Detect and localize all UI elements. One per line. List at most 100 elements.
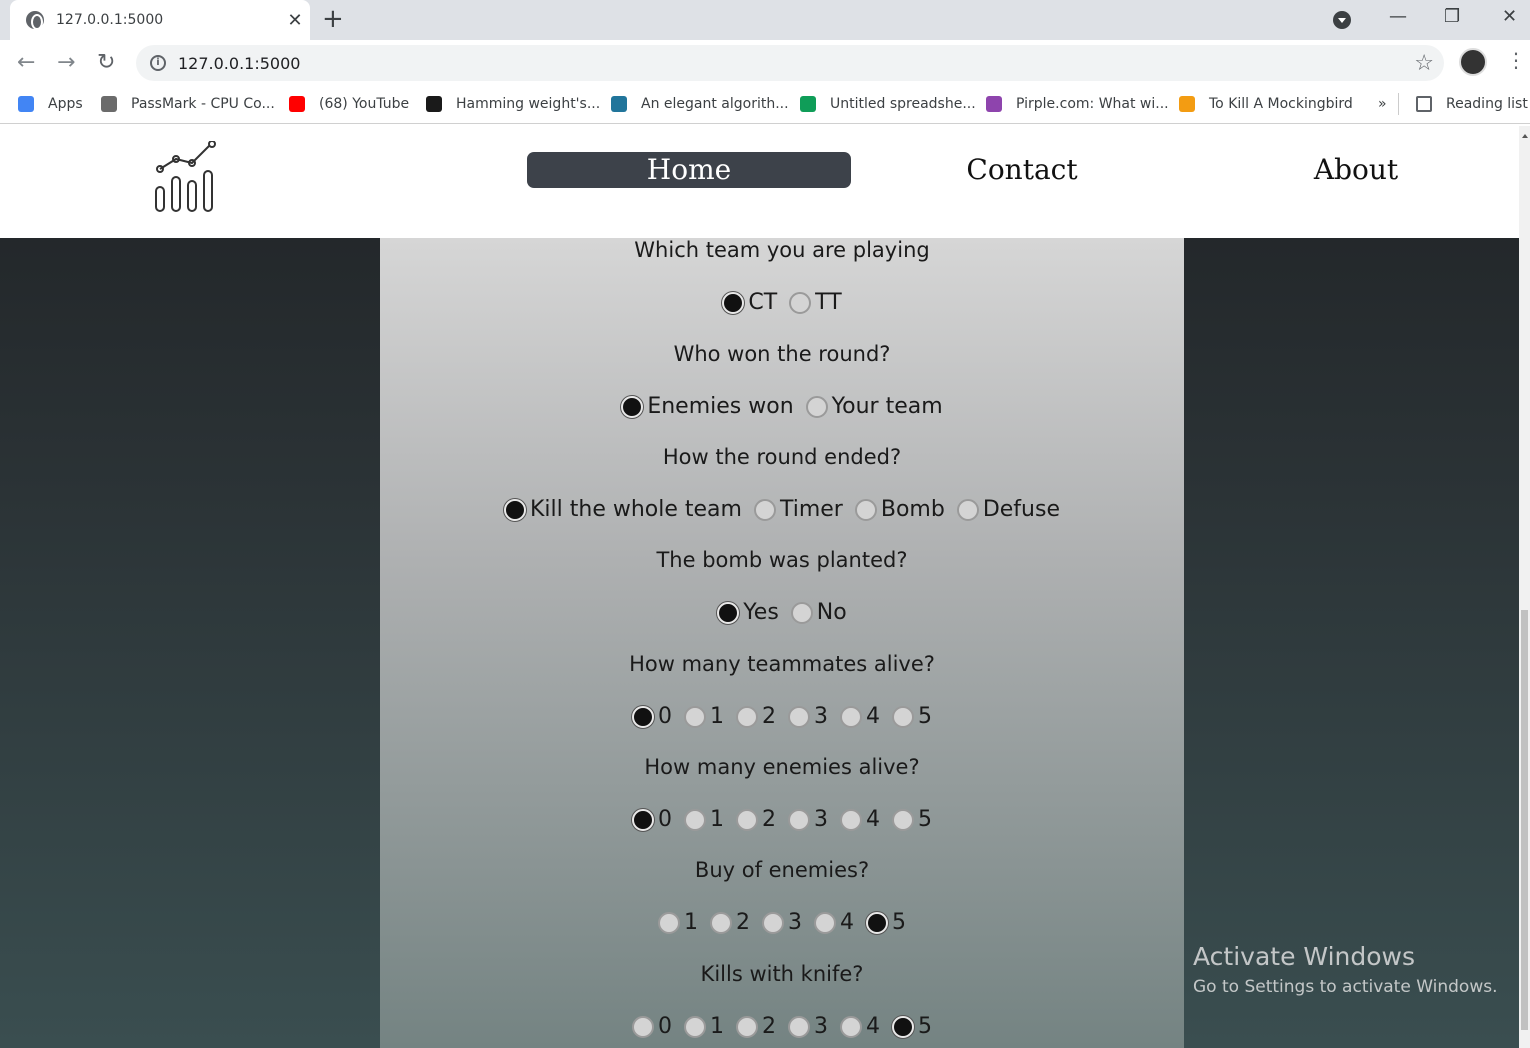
radio-button[interactable] xyxy=(788,1015,810,1038)
radio-button[interactable] xyxy=(790,601,813,624)
radio-option[interactable]: 0 xyxy=(632,1014,672,1039)
reading-list-button[interactable]: Reading list xyxy=(1416,93,1528,115)
tab-close-icon[interactable]: ✕ xyxy=(280,10,310,31)
radio-button[interactable] xyxy=(854,498,877,521)
radio-button[interactable] xyxy=(788,705,810,728)
radio-button[interactable] xyxy=(717,601,740,624)
radio-button[interactable] xyxy=(684,808,706,831)
bookmark-star-icon[interactable]: ☆ xyxy=(1414,51,1434,76)
scroll-up-icon[interactable] xyxy=(1522,134,1528,138)
radio-button[interactable] xyxy=(736,808,758,831)
new-tab-button[interactable]: + xyxy=(322,4,344,34)
radio-button[interactable] xyxy=(892,808,914,831)
radio-option[interactable]: No xyxy=(790,600,847,625)
radio-button[interactable] xyxy=(892,705,914,728)
radio-option[interactable]: Defuse xyxy=(956,497,1060,522)
radio-option[interactable]: 1 xyxy=(658,910,698,935)
radio-button[interactable] xyxy=(840,808,862,831)
radio-option[interactable]: Timer xyxy=(753,497,843,522)
radio-option[interactable]: 2 xyxy=(710,910,750,935)
question-label: How many teammates alive? xyxy=(629,652,935,676)
nav-contact-link[interactable]: Contact xyxy=(940,152,1104,188)
radio-button[interactable] xyxy=(710,911,732,934)
radio-option[interactable]: 4 xyxy=(814,910,854,935)
bookmark-item[interactable]: To Kill A Mockingbird xyxy=(1179,93,1353,115)
radio-option[interactable]: 2 xyxy=(736,1014,776,1039)
radio-button[interactable] xyxy=(621,395,644,418)
bookmark-item[interactable]: PassMark - CPU Co... xyxy=(101,93,275,115)
radio-option[interactable]: 4 xyxy=(840,1014,880,1039)
bookmark-item[interactable]: An elegant algorith... xyxy=(611,93,789,115)
radio-option[interactable]: 3 xyxy=(788,1014,828,1039)
browser-tab[interactable]: 127.0.0.1:5000 ✕ xyxy=(10,0,310,40)
radio-button[interactable] xyxy=(805,395,828,418)
maximize-button[interactable]: ❐ xyxy=(1444,6,1460,27)
radio-button[interactable] xyxy=(840,1015,862,1038)
radio-option[interactable]: 1 xyxy=(684,807,724,832)
radio-option[interactable]: Enemies won xyxy=(621,394,794,419)
radio-option[interactable]: 3 xyxy=(788,807,828,832)
radio-option[interactable]: 5 xyxy=(892,807,932,832)
tab-search-icon[interactable] xyxy=(1333,11,1351,29)
bookmark-item[interactable]: Apps xyxy=(18,93,83,115)
radio-option[interactable]: 0 xyxy=(632,704,672,729)
site-info-icon[interactable]: i xyxy=(150,55,166,71)
radio-option[interactable]: CT xyxy=(722,290,777,315)
bookmark-item[interactable]: Hamming weight's... xyxy=(426,93,600,115)
bookmark-item[interactable]: Untitled spreadshe... xyxy=(800,93,976,115)
radio-option[interactable]: 2 xyxy=(736,704,776,729)
radio-option[interactable]: 0 xyxy=(632,807,672,832)
radio-option[interactable]: TT xyxy=(789,290,842,315)
radio-option[interactable]: 4 xyxy=(840,704,880,729)
radio-option[interactable]: 1 xyxy=(684,704,724,729)
radio-option[interactable]: 5 xyxy=(866,910,906,935)
radio-button[interactable] xyxy=(684,1015,706,1038)
close-window-button[interactable]: ✕ xyxy=(1502,6,1517,27)
url-text[interactable]: 127.0.0.1:5000 xyxy=(178,54,1414,73)
page-scrollbar[interactable] xyxy=(1519,126,1530,1048)
radio-option-label: 2 xyxy=(736,910,750,935)
radio-button[interactable] xyxy=(736,705,758,728)
radio-button[interactable] xyxy=(504,498,526,521)
radio-button[interactable] xyxy=(789,291,812,314)
radio-option[interactable]: 5 xyxy=(892,704,932,729)
reload-icon[interactable]: ↻ xyxy=(97,50,115,75)
radio-option[interactable]: Your team xyxy=(805,394,943,419)
radio-button[interactable] xyxy=(736,1015,758,1038)
radio-button[interactable] xyxy=(956,498,979,521)
radio-option[interactable]: 2 xyxy=(736,807,776,832)
bookmark-item[interactable]: (68) YouTube xyxy=(289,93,409,115)
radio-option[interactable]: Kill the whole team xyxy=(504,497,742,522)
radio-button[interactable] xyxy=(762,911,784,934)
bookmark-item[interactable]: Pirple.com: What wi... xyxy=(986,93,1169,115)
bookmarks-overflow-icon[interactable]: » xyxy=(1378,93,1387,115)
radio-button[interactable] xyxy=(866,911,888,934)
radio-option[interactable]: Yes xyxy=(717,600,779,625)
radio-button[interactable] xyxy=(658,911,680,934)
radio-option[interactable]: 5 xyxy=(892,1014,932,1039)
forward-icon[interactable]: → xyxy=(57,50,75,75)
nav-about-link[interactable]: About xyxy=(1290,152,1422,188)
address-bar[interactable]: i 127.0.0.1:5000 ☆ xyxy=(136,45,1444,81)
profile-avatar[interactable] xyxy=(1459,48,1487,76)
radio-option[interactable]: 3 xyxy=(788,704,828,729)
radio-option[interactable]: 1 xyxy=(684,1014,724,1039)
menu-icon[interactable]: ⋮ xyxy=(1506,48,1526,72)
radio-button[interactable] xyxy=(840,705,862,728)
radio-button[interactable] xyxy=(632,808,654,831)
radio-option[interactable]: 3 xyxy=(762,910,802,935)
radio-button[interactable] xyxy=(892,1015,914,1038)
radio-button[interactable] xyxy=(632,1015,654,1038)
back-icon[interactable]: ← xyxy=(17,50,35,75)
radio-button[interactable] xyxy=(684,705,706,728)
radio-button[interactable] xyxy=(814,911,836,934)
radio-button[interactable] xyxy=(753,498,776,521)
minimize-button[interactable]: — xyxy=(1389,6,1407,27)
radio-option[interactable]: Bomb xyxy=(854,497,945,522)
radio-button[interactable] xyxy=(632,705,654,728)
radio-button[interactable] xyxy=(788,808,810,831)
radio-option[interactable]: 4 xyxy=(840,807,880,832)
radio-button[interactable] xyxy=(722,291,745,314)
scrollbar-thumb[interactable] xyxy=(1521,610,1528,1030)
nav-home-button[interactable]: Home xyxy=(527,152,851,188)
